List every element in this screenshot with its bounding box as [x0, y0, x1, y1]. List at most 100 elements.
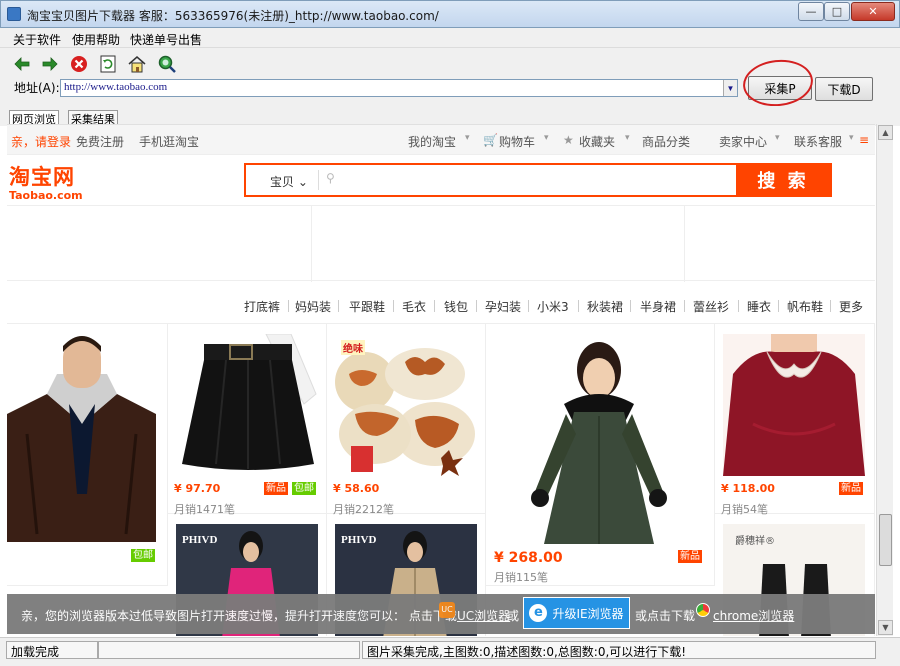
status-empty [98, 641, 360, 659]
back-arrow-icon[interactable] [12, 54, 32, 74]
star-icon: ★ [563, 133, 574, 147]
tab-strip: 网页浏览 采集结果 [0, 106, 900, 126]
menu-bar: 关于软件 使用帮助 快递单号出售 [0, 28, 900, 48]
upgrade-message: 亲，您的浏览器版本过低导致图片打开速度过慢，提升打开速度您可以： 点击下载 [21, 609, 457, 623]
site-nav-menu-icon[interactable]: ≡ [859, 133, 869, 147]
menu-help[interactable]: 使用帮助 [72, 31, 120, 48]
cart-link[interactable]: 购物车 [499, 133, 535, 150]
go-magnifier-icon[interactable] [157, 54, 177, 74]
hotword[interactable]: 蕾丝衫 [693, 298, 729, 315]
vertical-scrollbar[interactable]: ▲ ▼ [876, 124, 893, 636]
home-icon[interactable] [127, 54, 147, 74]
product-image[interactable] [7, 334, 156, 542]
hotword[interactable]: 毛衣 [402, 298, 426, 315]
hotword[interactable]: 帆布鞋 [787, 298, 823, 315]
product-price: ¥ 58.60 [333, 482, 380, 495]
site-top-bar: 亲，请登录 免费注册 手机逛淘宝 我的淘宝 ▾ 🛒 购物车 ▾ ★ 收藏夹 ▾ … [7, 125, 875, 155]
logo-text-en: Taobao.com [9, 189, 83, 202]
search-button[interactable]: 搜 索 [736, 165, 830, 195]
status-bar: 加载完成 图片采集完成,主图数:0,描述图数:0,总图数:0,可以进行下载! [0, 637, 900, 666]
address-input[interactable]: http://www.taobao.com ▼ [60, 79, 738, 97]
product-image[interactable] [176, 334, 318, 476]
uc-browser-link[interactable]: UC浏览器 [457, 607, 510, 624]
service-link[interactable]: 联系客服 [794, 133, 842, 150]
product-image[interactable] [494, 334, 704, 544]
app-icon [7, 7, 21, 21]
product-image[interactable] [723, 334, 865, 476]
address-dropdown-icon[interactable]: ▼ [723, 80, 737, 96]
product-card[interactable]: ¥ 97.70 新品 包邮 月销1471笔 [168, 324, 327, 516]
free-shipping-badge: 包邮 [131, 549, 155, 562]
hotword[interactable]: 平跟鞋 [349, 298, 385, 315]
product-price: ¥ 118.00 [721, 482, 775, 495]
chevron-down-icon: ▾ [775, 133, 780, 143]
search-input[interactable] [342, 165, 732, 195]
hot-keywords: 打底裤 妈妈装 平跟鞋 毛衣 钱包 孕妇装 小米3 秋装裙 半身裙 蕾丝衫 睡衣… [7, 295, 875, 317]
snack-brand-label: 绝味 [341, 340, 365, 355]
chevron-down-icon: ▾ [849, 133, 854, 143]
chevron-down-icon: ▾ [544, 133, 549, 143]
chevron-down-icon: ▾ [465, 133, 470, 143]
product-card[interactable]: ¥ 118.00 新品 月销54笔 [715, 324, 875, 516]
seller-center-link[interactable]: 卖家中心 [719, 133, 767, 150]
product-price: ¥ 268.00 [494, 550, 563, 566]
chevron-down-icon: ▾ [625, 133, 630, 143]
scroll-thumb[interactable] [879, 514, 892, 566]
window-title: 淘宝宝贝图片下载器 客服：563365976(未注册)_http://www.t… [27, 9, 439, 23]
close-button[interactable]: ✕ [851, 2, 895, 21]
register-link[interactable]: 免费注册 [76, 133, 124, 150]
logo-text-cn: 淘宝网 [9, 165, 75, 189]
upgrade-ie-button[interactable]: e 升级IE浏览器 [523, 597, 630, 629]
hotword[interactable]: 秋装裙 [587, 298, 623, 315]
address-row: 地址(A): http://www.taobao.com ▼ 采集P 下载D [0, 56, 900, 110]
stop-icon[interactable] [69, 54, 89, 74]
product-card[interactable]: 绝味 ¥ 58.60 月销2212笔 [327, 324, 486, 516]
product-image[interactable]: 绝味 [335, 334, 477, 476]
refresh-icon[interactable] [98, 54, 118, 74]
product-price: ¥ 97.70 [174, 482, 221, 495]
favorites-link[interactable]: 收藏夹 [579, 133, 615, 150]
login-link[interactable]: 亲，请登录 [11, 133, 71, 150]
ie-icon: e [529, 604, 548, 622]
mobile-link[interactable]: 手机逛淘宝 [139, 133, 199, 150]
minimize-button[interactable]: — [798, 2, 824, 21]
hotword[interactable]: 睡衣 [747, 298, 771, 315]
brand-label-1: PHIVD [182, 534, 218, 546]
hotword[interactable]: 半身裙 [640, 298, 676, 315]
product-grid: 包邮 ¥ 97.70 新品 包邮 月销1471笔 绝味 ¥ 58.60 月销22… [7, 323, 875, 636]
download-button[interactable]: 下载D [815, 77, 873, 101]
scroll-down-icon[interactable]: ▼ [878, 620, 893, 635]
search-separator [318, 170, 319, 190]
hotword[interactable]: 钱包 [444, 298, 468, 315]
address-label: 地址(A): [14, 81, 60, 95]
brand-label-3: 爵穗祥® [735, 536, 775, 547]
product-card[interactable]: 包邮 [7, 324, 168, 586]
maximize-button[interactable]: □ [824, 2, 850, 21]
scroll-up-icon[interactable]: ▲ [878, 125, 893, 140]
or-text: 或 [507, 609, 520, 623]
hotword[interactable]: 妈妈装 [295, 298, 331, 315]
chrome-icon [696, 603, 710, 617]
hotword-more[interactable]: 更多 [839, 298, 863, 315]
hotword[interactable]: 孕妇装 [485, 298, 521, 315]
address-value: http://www.taobao.com [64, 81, 168, 93]
categories-link[interactable]: 商品分类 [642, 133, 690, 150]
upgrade-ie-label: 升级IE浏览器 [552, 606, 624, 621]
or-download-text: 或点击下载 [635, 609, 696, 623]
forward-arrow-icon[interactable] [40, 54, 60, 74]
menu-about[interactable]: 关于软件 [13, 31, 61, 48]
browser-viewport: 亲，请登录 免费注册 手机逛淘宝 我的淘宝 ▾ 🛒 购物车 ▾ ★ 收藏夹 ▾ … [7, 124, 875, 636]
search-box: 宝贝 ⌄ ⚲ 搜 索 [244, 163, 832, 197]
hotword[interactable]: 打底裤 [244, 298, 280, 315]
product-card[interactable]: ¥ 268.00 新品 月销115笔 [486, 324, 715, 586]
search-category-select[interactable]: 宝贝 ⌄ [270, 173, 308, 190]
menu-express[interactable]: 快递单号出售 [130, 31, 202, 48]
free-shipping-badge: 包邮 [292, 482, 316, 495]
status-load: 加载完成 [6, 641, 98, 659]
cart-icon: 🛒 [483, 133, 498, 147]
new-badge: 新品 [678, 550, 702, 563]
chrome-browser-link[interactable]: chrome浏览器 [713, 607, 794, 624]
my-taobao-link[interactable]: 我的淘宝 [408, 133, 456, 150]
taobao-logo[interactable]: 淘宝网 Taobao.com [9, 161, 83, 202]
hotword[interactable]: 小米3 [537, 298, 569, 315]
